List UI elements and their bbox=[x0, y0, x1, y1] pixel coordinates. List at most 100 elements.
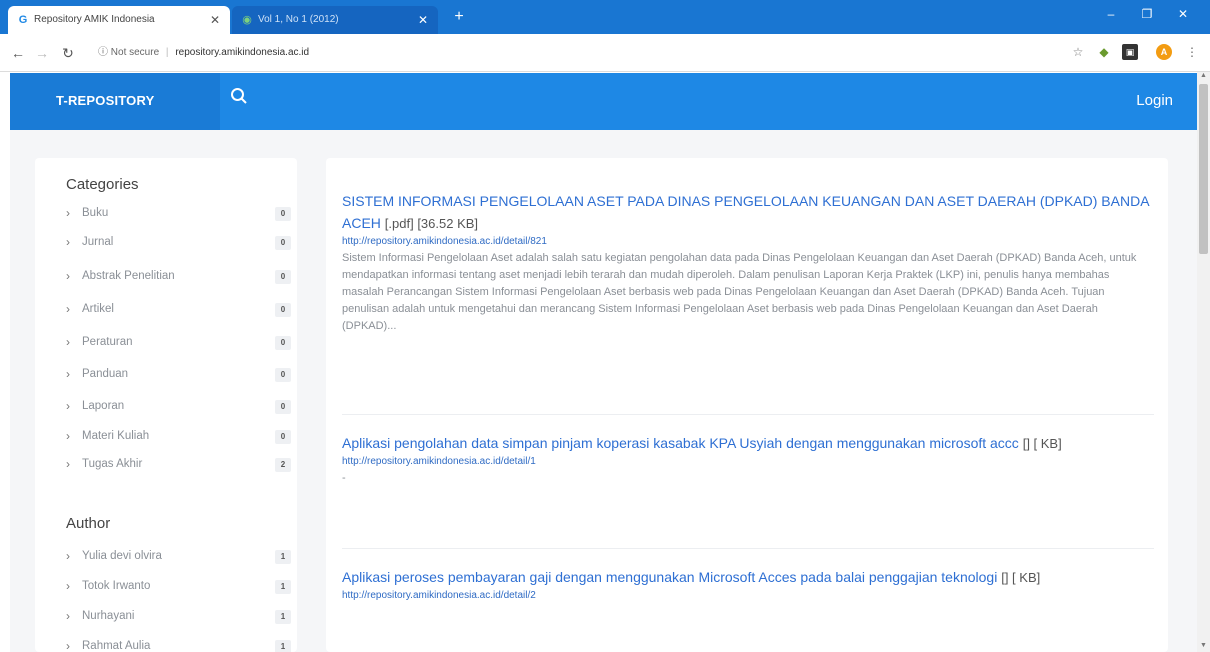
category-item[interactable]: › Buku 0 bbox=[66, 205, 291, 225]
page-scrollbar[interactable]: ▲ ▼ bbox=[1197, 72, 1210, 652]
count-badge: 0 bbox=[275, 236, 291, 250]
site-header: T-REPOSITORY Login bbox=[10, 73, 1197, 130]
url-separator: | bbox=[165, 47, 169, 58]
chevron-right-icon: › bbox=[66, 549, 70, 563]
result-description: - bbox=[342, 472, 346, 484]
category-item[interactable]: › Laporan 0 bbox=[66, 398, 291, 418]
scroll-down-arrow-icon[interactable]: ▼ bbox=[1199, 642, 1208, 652]
browser-tab-inactive[interactable]: ◉ Vol 1, No 1 (2012) ✕ bbox=[232, 6, 438, 34]
bookmark-star-icon[interactable]: ☆ bbox=[1070, 44, 1086, 60]
extension-icon[interactable]: ▣ bbox=[1122, 44, 1138, 60]
author-label: Yulia devi olvira bbox=[82, 550, 162, 562]
count-badge: 0 bbox=[275, 336, 291, 350]
result-entry: Aplikasi peroses pembayaran gaji dengan … bbox=[342, 566, 1154, 604]
site-favicon-icon: G bbox=[18, 14, 28, 26]
result-url[interactable]: http://repository.amikindonesia.ac.id/de… bbox=[342, 236, 1154, 247]
count-badge: 0 bbox=[275, 400, 291, 414]
chevron-right-icon: › bbox=[66, 429, 70, 443]
result-file-meta: [.pdf] [36.52 KB] bbox=[384, 216, 479, 231]
author-heading: Author bbox=[66, 515, 111, 532]
reload-icon[interactable]: ↻ bbox=[58, 43, 78, 63]
chevron-right-icon: › bbox=[66, 235, 70, 249]
search-icon[interactable] bbox=[230, 87, 252, 111]
close-window-button[interactable]: ✕ bbox=[1168, 4, 1198, 24]
browser-tab-active[interactable]: G Repository AMIK Indonesia ✕ bbox=[8, 6, 230, 34]
tab-close-icon[interactable]: ✕ bbox=[210, 6, 220, 34]
category-item[interactable]: › Artikel 0 bbox=[66, 301, 291, 321]
count-badge: 1 bbox=[275, 610, 291, 624]
chevron-right-icon: › bbox=[66, 579, 70, 593]
tab-title: Vol 1, No 1 (2012) bbox=[258, 14, 339, 25]
browser-menu-icon[interactable]: ⋮ bbox=[1184, 44, 1200, 60]
count-badge: 0 bbox=[275, 270, 291, 284]
category-label: Tugas Akhir bbox=[82, 458, 143, 470]
category-label: Artikel bbox=[82, 303, 114, 315]
category-label: Peraturan bbox=[82, 336, 133, 348]
result-divider bbox=[342, 414, 1154, 415]
results-panel: SISTEM INFORMASI PENGELOLAAN ASET PADA D… bbox=[326, 158, 1168, 652]
scrollbar-thumb[interactable] bbox=[1199, 84, 1208, 254]
category-item[interactable]: › Tugas Akhir 2 bbox=[66, 456, 291, 476]
count-badge: 1 bbox=[275, 550, 291, 564]
category-label: Buku bbox=[82, 207, 109, 219]
category-item[interactable]: › Abstrak Penelitian 0 bbox=[66, 268, 291, 288]
forward-arrow-icon[interactable]: → bbox=[32, 43, 52, 63]
categories-heading: Categories bbox=[66, 176, 139, 193]
tab-close-icon[interactable]: ✕ bbox=[418, 6, 428, 34]
result-title-link[interactable]: Aplikasi peroses pembayaran gaji dengan … bbox=[342, 569, 997, 585]
chevron-right-icon: › bbox=[66, 457, 70, 471]
author-item[interactable]: › Nurhayani 1 bbox=[66, 608, 291, 628]
result-file-meta: [] [ KB] bbox=[1022, 436, 1062, 451]
maximize-button[interactable]: ❐ bbox=[1132, 4, 1162, 24]
category-item[interactable]: › Panduan 0 bbox=[66, 366, 291, 386]
category-label: Abstrak Penelitian bbox=[82, 270, 175, 282]
result-url[interactable]: http://repository.amikindonesia.ac.id/de… bbox=[342, 590, 1154, 601]
minimize-button[interactable]: – bbox=[1096, 4, 1126, 24]
author-item[interactable]: › Yulia devi olvira 1 bbox=[66, 548, 291, 568]
extension-icon[interactable]: ◆ bbox=[1096, 44, 1112, 60]
back-arrow-icon[interactable]: ← bbox=[8, 43, 28, 63]
author-item[interactable]: › Totok Irwanto 1 bbox=[66, 578, 291, 598]
brand-name: T-REPOSITORY bbox=[56, 93, 155, 108]
chevron-right-icon: › bbox=[66, 609, 70, 623]
chevron-right-icon: › bbox=[66, 367, 70, 381]
count-badge: 0 bbox=[275, 303, 291, 317]
brand-block[interactable]: T-REPOSITORY bbox=[10, 73, 220, 130]
browser-tab-bar: G Repository AMIK Indonesia ✕ ◉ Vol 1, N… bbox=[0, 0, 1210, 34]
tab-title: Repository AMIK Indonesia bbox=[34, 14, 155, 25]
site-favicon-icon: ◉ bbox=[242, 14, 252, 26]
count-badge: 0 bbox=[275, 207, 291, 221]
count-badge: 1 bbox=[275, 640, 291, 652]
chevron-right-icon: › bbox=[66, 206, 70, 220]
info-icon[interactable]: ⓘ bbox=[98, 47, 108, 58]
profile-avatar[interactable]: A bbox=[1156, 44, 1172, 60]
category-label: Materi Kuliah bbox=[82, 430, 150, 442]
scroll-up-arrow-icon[interactable]: ▲ bbox=[1199, 72, 1208, 82]
result-divider bbox=[342, 548, 1154, 549]
result-file-meta: [] [ KB] bbox=[1001, 570, 1041, 585]
author-label: Totok Irwanto bbox=[82, 580, 151, 592]
author-label: Nurhayani bbox=[82, 610, 135, 622]
category-item[interactable]: › Peraturan 0 bbox=[66, 334, 291, 354]
login-link[interactable]: Login bbox=[1136, 92, 1173, 109]
url-text: repository.amikindonesia.ac.id bbox=[175, 47, 310, 58]
result-title-line: Aplikasi peroses pembayaran gaji dengan … bbox=[342, 566, 1154, 589]
count-badge: 2 bbox=[275, 458, 291, 472]
result-entry: SISTEM INFORMASI PENGELOLAAN ASET PADA D… bbox=[342, 190, 1154, 335]
sidebar: Categories › Buku 0 › Jurnal 0 › Abstrak… bbox=[35, 158, 297, 652]
security-label: Not secure bbox=[110, 47, 160, 58]
result-url[interactable]: http://repository.amikindonesia.ac.id/de… bbox=[342, 456, 1154, 467]
result-title-link[interactable]: Aplikasi pengolahan data simpan pinjam k… bbox=[342, 435, 1019, 451]
category-item[interactable]: › Jurnal 0 bbox=[66, 234, 291, 254]
url-field[interactable]: ⓘ Not secure | repository.amikindonesia.… bbox=[98, 41, 1058, 65]
chevron-right-icon: › bbox=[66, 639, 70, 652]
author-label: Rahmat Aulia bbox=[82, 640, 151, 652]
author-item[interactable]: › Rahmat Aulia 1 bbox=[66, 638, 291, 652]
result-entry: Aplikasi pengolahan data simpan pinjam k… bbox=[342, 432, 1154, 487]
result-title-line: SISTEM INFORMASI PENGELOLAAN ASET PADA D… bbox=[342, 190, 1154, 235]
address-bar: ← → ↻ ⓘ Not secure | repository.amikindo… bbox=[0, 34, 1210, 72]
new-tab-button[interactable]: + bbox=[448, 6, 470, 28]
chevron-right-icon: › bbox=[66, 335, 70, 349]
category-item[interactable]: › Materi Kuliah 0 bbox=[66, 428, 291, 448]
result-title-line: Aplikasi pengolahan data simpan pinjam k… bbox=[342, 432, 1154, 455]
